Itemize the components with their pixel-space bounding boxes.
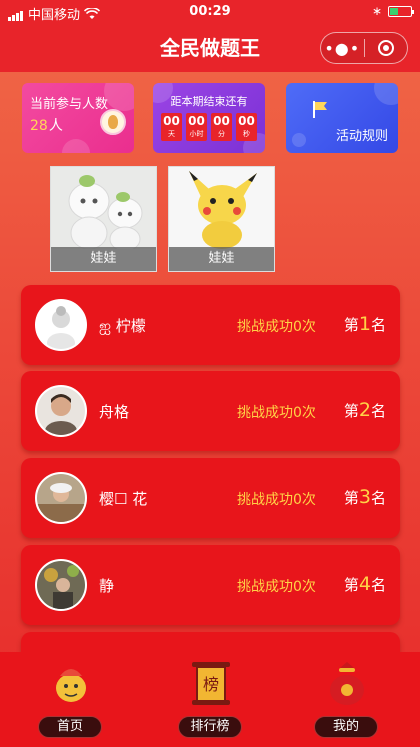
tab-mine[interactable]: 我的 [296,652,396,747]
rank-position: 第3名 [343,486,386,508]
challenge-count: 挑战成功0次 [237,319,316,335]
prize-doll-1[interactable]: 娃娃 [50,166,157,272]
user-name: 静 [99,577,115,595]
clock: 00:29 [189,4,231,19]
plush-doll-image [51,167,156,252]
rank-position: 第1名 [343,313,386,335]
more-menu-button[interactable]: •●• [321,39,364,58]
nav-bar: 全民做题王 •●• [0,24,420,72]
pikachu-plush-image [169,167,274,249]
tab-label-mine: 我的 [314,716,378,738]
mini-program-capsule: •●• [320,32,408,64]
decor-bubble [104,83,134,111]
avatar [35,559,87,611]
svg-text:榜: 榜 [203,675,219,694]
rank-position: 第2名 [343,399,386,421]
battery-icon [388,5,414,17]
status-bar: 中国移动 00:29 ∗ [0,0,420,24]
timer-seconds: 00 秒 [236,113,257,141]
countdown-label: 距本期结束还有 [170,95,248,108]
user-name: ஐ 柠檬 [99,317,146,335]
home-mascot-icon [56,669,86,702]
decor-bubble [374,83,398,105]
timer-minutes: 00 分 [211,113,232,141]
participants-card: 当前参与人数 28人 [22,83,134,153]
decor-bubble [292,133,306,147]
user-name: 樱☐ 花 [99,490,148,508]
tab-leaderboard[interactable]: 榜 排行榜 [160,652,260,747]
rules-label: 活动规则 [335,129,388,144]
avatar [35,385,87,437]
lucky-bag-icon [330,662,364,705]
prize-caption: 娃娃 [51,247,156,271]
rank-position: 第4名 [343,573,386,595]
avatar [35,472,87,524]
close-mini-program-button[interactable] [364,40,407,56]
user-name: 舟格 [99,403,130,421]
countdown-card: 距本期结束还有 00 天 00 小时 00 分 00 秒 [153,83,265,153]
tab-label-leaderboard: 排行榜 [178,716,242,738]
challenge-count: 挑战成功0次 [237,405,316,421]
target-icon [377,40,394,56]
flag-icon [313,101,327,118]
participants-label: 当前参与人数 [30,97,109,112]
bluetooth-icon: ∗ [371,4,382,18]
participants-count: 28人 [30,118,63,134]
prize-caption: 娃娃 [169,247,274,271]
ranking-row[interactable]: ஐ 柠檬 挑战成功0次 第1名 [21,285,400,365]
ranking-row[interactable]: 静 挑战成功0次 第4名 [21,545,400,625]
ranking-row[interactable]: 樱☐ 花 挑战成功0次 第3名 [21,458,400,538]
challenge-count: 挑战成功0次 [237,492,316,508]
countdown-timer: 00 天 00 小时 00 分 00 秒 [161,113,257,141]
tab-home[interactable]: 首页 [20,652,120,747]
tab-bar: 首页 榜 排行榜 我的 [0,652,420,747]
timer-hours: 00 小时 [186,113,207,141]
activity-rules-button[interactable]: 活动规则 [286,83,398,153]
gourd-icon [100,109,126,135]
prize-doll-2[interactable]: 娃娃 [168,166,275,272]
tab-label-home: 首页 [38,716,102,738]
leaderboard-scroll-icon: 榜 [192,662,230,705]
avatar [35,299,87,351]
timer-days: 00 天 [161,113,182,141]
challenge-count: 挑战成功0次 [237,579,316,595]
ranking-row[interactable]: 舟格 挑战成功0次 第2名 [21,371,400,451]
decor-bubble [62,139,90,153]
